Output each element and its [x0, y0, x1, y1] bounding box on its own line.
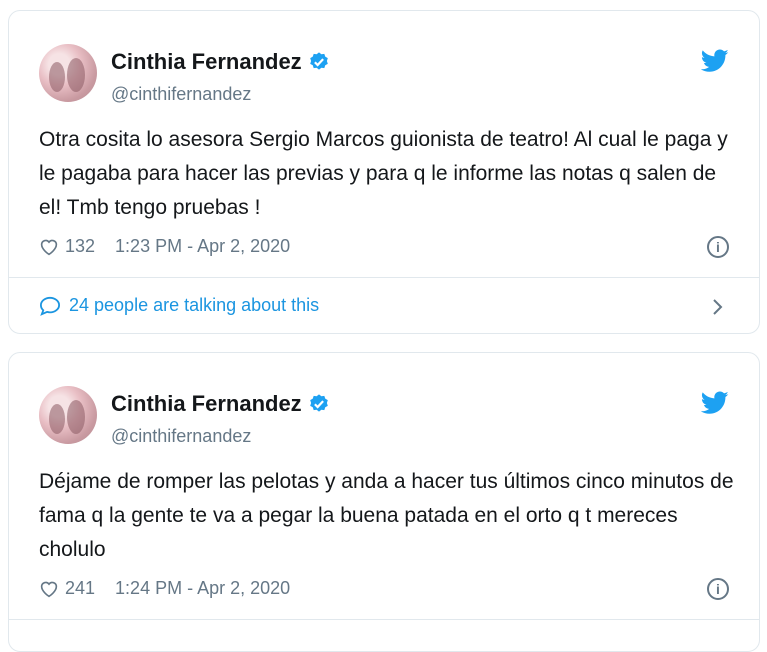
talking-text[interactable]: 24 people are talking about this	[69, 295, 319, 316]
author-name[interactable]: Cinthia Fernandez	[111, 49, 302, 75]
heart-icon[interactable]	[39, 580, 59, 598]
author-row: Cinthia Fernandez	[111, 391, 330, 417]
twitter-bird-icon[interactable]	[701, 49, 729, 73]
tweet-text: Déjame de romper las pelotas y anda a ha…	[39, 470, 734, 561]
heart-icon[interactable]	[39, 238, 59, 256]
like-count[interactable]: 132	[65, 236, 95, 257]
talking-about-link[interactable]: 24 people are talking about this	[39, 295, 319, 316]
avatar[interactable]	[39, 386, 97, 444]
tweet-timestamp[interactable]: 1:24 PM - Apr 2, 2020	[115, 578, 290, 599]
tweet-text: Otra cosita lo asesora Sergio Marcos gui…	[39, 128, 728, 219]
author-handle[interactable]: @cinthifernandez	[111, 426, 251, 447]
info-icon[interactable]: i	[707, 578, 729, 600]
divider	[9, 277, 759, 278]
info-icon[interactable]: i	[707, 236, 729, 258]
comment-bubble-icon	[39, 296, 61, 316]
tweet-timestamp[interactable]: 1:23 PM - Apr 2, 2020	[115, 236, 290, 257]
verified-icon	[309, 52, 328, 70]
author-handle[interactable]: @cinthifernandez	[111, 84, 251, 105]
divider	[9, 619, 759, 620]
twitter-bird-icon[interactable]	[701, 391, 729, 415]
tweet-meta: 132 1:23 PM - Apr 2, 2020	[39, 236, 290, 257]
author-row: Cinthia Fernandez	[111, 49, 330, 75]
author-name[interactable]: Cinthia Fernandez	[111, 391, 302, 417]
verified-icon	[309, 394, 328, 412]
chevron-right-icon[interactable]	[711, 298, 723, 316]
tweet-card-1: Cinthia Fernandez @cinthifernandez Otra …	[8, 10, 760, 334]
tweet-card-2: Cinthia Fernandez @cinthifernandez Déjam…	[8, 352, 760, 652]
tweet-meta: 241 1:24 PM - Apr 2, 2020	[39, 578, 290, 599]
avatar[interactable]	[39, 44, 97, 102]
like-count[interactable]: 241	[65, 578, 95, 599]
